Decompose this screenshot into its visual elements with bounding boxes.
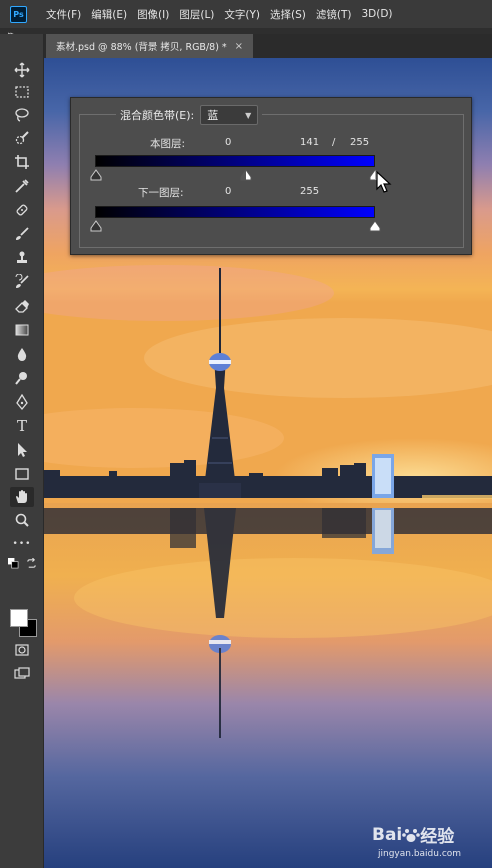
document-tab[interactable]: 素材.psd @ 88% (背景 拷贝, RGB/8) * × [46, 34, 254, 58]
document-tab-bar: 素材.psd @ 88% (背景 拷贝, RGB/8) * × [44, 34, 492, 58]
watermark-brand-text: Bai [372, 824, 403, 845]
quick-mask-button[interactable] [10, 640, 34, 660]
this-layer-label: 本图层: [150, 138, 186, 150]
color-swatches [10, 609, 40, 639]
underlying-layer-gradient-bar [95, 206, 375, 218]
lasso-icon [15, 108, 29, 122]
menu-layer[interactable]: 图层(L) [179, 7, 214, 22]
close-tab-icon[interactable]: × [235, 41, 243, 52]
this-layer-white-low-handle[interactable] [240, 169, 252, 181]
blur-icon [17, 348, 27, 361]
chevron-down-icon: ▼ [245, 110, 252, 120]
rectangle-tool[interactable] [10, 464, 34, 484]
channel-select[interactable]: 蓝 ▼ [200, 105, 259, 125]
rectangle-icon [15, 468, 29, 480]
hand-tool[interactable] [10, 487, 34, 507]
menu-select[interactable]: 选择(S) [270, 7, 306, 22]
this-layer-white-low-value: 141 [300, 137, 320, 148]
history-brush-tool[interactable] [10, 272, 34, 292]
pen-icon [16, 394, 28, 410]
this-layer-black-value: 0 [225, 137, 232, 148]
more-tools[interactable]: ••• [10, 534, 34, 554]
gradient-tool[interactable] [10, 320, 34, 340]
lasso-tool[interactable] [10, 105, 34, 125]
zoom-tool[interactable] [10, 510, 34, 530]
underlying-layer-black-handle[interactable] [90, 220, 102, 232]
screen-mode-button[interactable] [10, 664, 34, 684]
watermark-brand-suffix: 经验 [420, 827, 455, 847]
foreground-color-swatch[interactable] [10, 609, 28, 627]
swap-arrow-icon [26, 557, 36, 568]
watermark-brand: Bai 经验 [372, 822, 461, 848]
tools-panel: T ••• [0, 34, 44, 868]
underlying-layer-label: 下一图层: [138, 187, 184, 199]
photoshop-logo-icon[interactable]: Ps [10, 5, 27, 23]
underlying-layer-black-value: 0 [225, 186, 232, 197]
channel-select-value: 蓝 [207, 109, 219, 122]
move-tool[interactable] [10, 60, 34, 80]
stamp-icon [17, 251, 27, 263]
eraser-icon [15, 300, 29, 313]
more-icon: ••• [12, 539, 32, 549]
marquee-tool[interactable] [10, 82, 34, 102]
gradient-icon [15, 324, 29, 336]
crop-tool[interactable] [10, 152, 34, 172]
path-select-tool[interactable] [10, 440, 34, 460]
dodge-icon [15, 372, 27, 385]
underlying-layer-white-handle[interactable] [369, 220, 381, 232]
crop-icon [15, 155, 29, 169]
stamp-tool[interactable] [10, 248, 34, 268]
screen-mode-icon [14, 667, 30, 679]
eyedropper-tool[interactable] [10, 176, 34, 196]
default-colors-icon [7, 557, 18, 568]
mouse-cursor-icon [376, 171, 392, 193]
pen-tool[interactable] [10, 392, 34, 412]
menu-image[interactable]: 图像(I) [137, 7, 169, 22]
zoom-icon [15, 513, 29, 527]
menu-type[interactable]: 文字(Y) [224, 7, 260, 22]
menu-filter[interactable]: 滤镜(T) [316, 7, 352, 22]
type-icon: T [16, 417, 27, 435]
menu-file[interactable]: 文件(F) [46, 7, 81, 22]
blend-if-label: 混合颜色带(E): [120, 109, 195, 122]
this-layer-separator: / [332, 137, 336, 148]
baidu-watermark: Bai 经验 jingyan.baidu.com [372, 822, 462, 860]
marquee-icon [15, 86, 29, 98]
eraser-tool[interactable] [10, 296, 34, 316]
blend-if-dialog: 混合颜色带(E): 蓝 ▼ 本图层: 0 141 / 255 下一图层: 0 2… [70, 97, 472, 255]
blur-tool[interactable] [10, 344, 34, 364]
eyedropper-icon [15, 179, 29, 193]
swap-colors-button[interactable] [24, 556, 38, 570]
menu-bar: Ps 文件(F) 编辑(E) 图像(I) 图层(L) 文字(Y) 选择(S) 滤… [0, 0, 492, 28]
brush-icon [16, 227, 29, 240]
this-layer-black-handle[interactable] [90, 169, 102, 181]
quick-select-icon [15, 131, 29, 145]
watermark-url: jingyan.baidu.com [378, 849, 462, 859]
this-layer-gradient-bar [95, 155, 375, 167]
history-brush-icon [15, 274, 29, 288]
healing-icon [16, 204, 28, 216]
path-select-icon [18, 443, 27, 457]
healing-tool[interactable] [10, 200, 34, 220]
document-tab-title: 素材.psd @ 88% (背景 拷贝, RGB/8) * [56, 42, 227, 53]
dodge-tool[interactable] [10, 368, 34, 388]
type-tool[interactable]: T [10, 416, 34, 436]
hand-icon [16, 490, 27, 503]
menu-edit[interactable]: 编辑(E) [91, 7, 127, 22]
default-colors-button[interactable] [6, 556, 20, 570]
move-icon [14, 62, 30, 78]
blend-if-legend: 混合颜色带(E): 蓝 ▼ [116, 105, 263, 125]
blend-if-group: 混合颜色带(E): 蓝 ▼ 本图层: 0 141 / 255 下一图层: 0 2… [79, 105, 464, 248]
quick-mask-icon [15, 644, 29, 656]
paw-icon [402, 828, 421, 842]
quick-select-tool[interactable] [10, 128, 34, 148]
menu-3d[interactable]: 3D(D) [361, 8, 392, 20]
brush-tool[interactable] [10, 224, 34, 244]
underlying-layer-white-value: 255 [300, 186, 320, 197]
this-layer-white-high-value: 255 [350, 137, 370, 148]
